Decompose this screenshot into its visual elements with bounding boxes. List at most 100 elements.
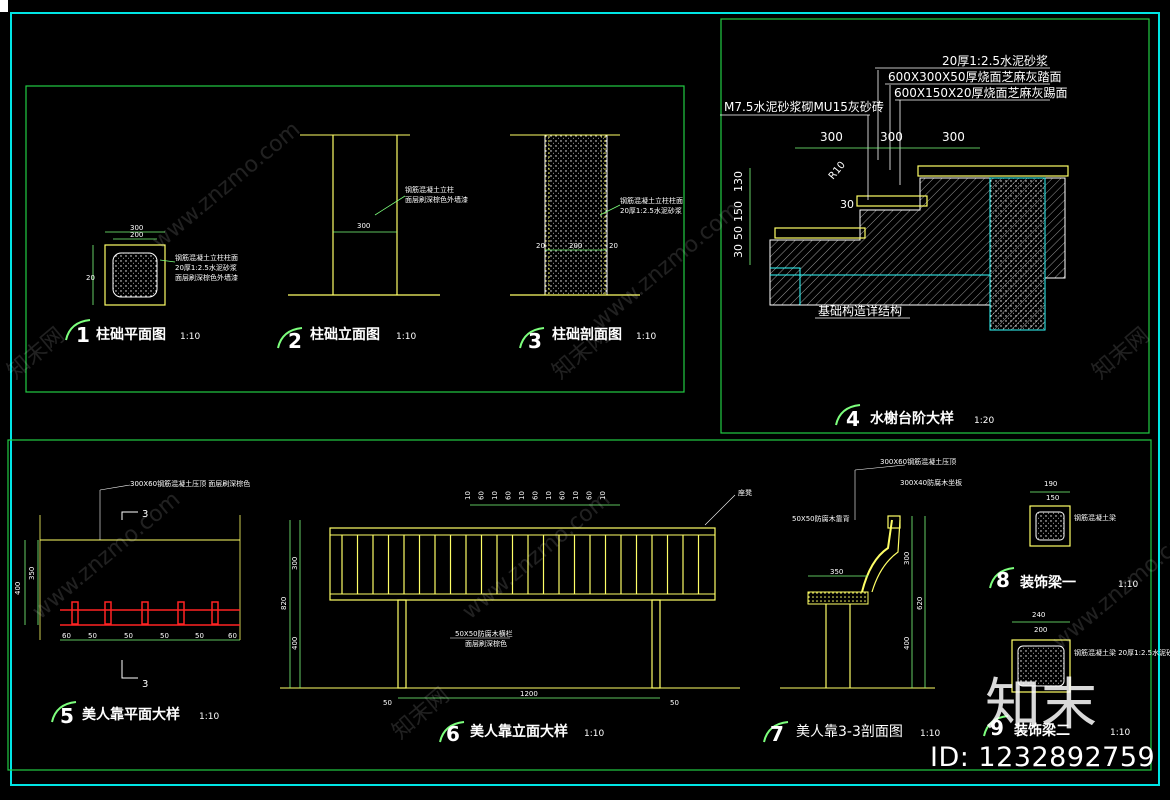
watermark-site-3: www.znzmo.com bbox=[28, 487, 185, 625]
detail-8-decorative-beam-1: 190 150 钢筋混凝土梁 8 装饰梁一 1:10 bbox=[989, 480, 1138, 592]
d4-scale: 1:20 bbox=[974, 416, 994, 426]
d4-dim-30b: 30 bbox=[840, 198, 854, 211]
d2-number: 2 bbox=[288, 329, 302, 353]
d7-note3: 50X50防腐木靠背 bbox=[792, 514, 850, 523]
d1-number: 1 bbox=[76, 323, 90, 347]
d6-top-dim: 60 bbox=[505, 491, 513, 500]
d4-dim-300a: 300 bbox=[820, 130, 843, 144]
d4-dim-300c: 300 bbox=[942, 130, 965, 144]
d7-dim-620: 620 bbox=[916, 597, 924, 610]
d8-dim-190: 190 bbox=[1044, 480, 1057, 488]
d6-note2: 面层刷深棕色 bbox=[465, 639, 507, 648]
d5-dim-0: 60 bbox=[62, 632, 71, 640]
d6-vdim-820: 820 bbox=[280, 597, 288, 610]
d7-dim-400: 400 bbox=[903, 637, 911, 650]
d2-note1: 钢筋混凝土立柱 bbox=[405, 185, 454, 194]
d5-vdim-350: 350 bbox=[28, 567, 36, 580]
d1-note2: 20厚1:2.5水泥砂浆 bbox=[175, 263, 237, 272]
d6-number: 6 bbox=[446, 722, 460, 746]
d1-title: 柱础平面图 bbox=[96, 326, 166, 343]
d4-label-4: M7.5水泥砂浆砌MU15灰砂砖 bbox=[724, 99, 884, 114]
d3-scale: 1:10 bbox=[636, 332, 656, 342]
d6-top-dim: 10 bbox=[545, 491, 553, 500]
detail-6-bench-elevation: 1200 50 50 820 300 400 10 60 10 60 10 60 10 60 1… bbox=[280, 488, 752, 746]
d9-scale: 1:10 bbox=[1110, 728, 1130, 738]
d6-top-dim: 60 bbox=[532, 491, 540, 500]
watermark-site-1: www.znzmo.com bbox=[148, 117, 305, 255]
d5-dim-1: 50 bbox=[88, 632, 97, 640]
d3-dim-20a: 20 bbox=[536, 242, 545, 250]
d9-dim-200: 200 bbox=[1034, 626, 1047, 634]
d1-scale: 1:10 bbox=[180, 332, 200, 342]
d5-dim-3: 50 bbox=[160, 632, 169, 640]
d3-note1: 钢筋混凝土立柱柱面 bbox=[620, 196, 683, 205]
d9-note: 钢筋混凝土梁 20厚1:2.5水泥砂浆 bbox=[1074, 648, 1170, 657]
d4-label-2: 600X300X50厚烧面芝麻灰踏面 bbox=[888, 69, 1062, 84]
d7-note2: 300X40防腐木坐板 bbox=[900, 478, 962, 487]
d3-dim-20b: 20 bbox=[609, 242, 618, 250]
d8-note: 钢筋混凝土梁 bbox=[1074, 513, 1116, 522]
watermark-brand-4: 知末网 bbox=[388, 683, 455, 745]
d2-title: 柱础立面图 bbox=[310, 326, 380, 343]
d2-note2: 面层刷深棕色外墙漆 bbox=[405, 195, 468, 204]
d6-scale: 1:10 bbox=[584, 729, 604, 739]
d2-dim-300: 300 bbox=[357, 222, 370, 230]
d6-top-dim: 10 bbox=[464, 491, 472, 500]
d6-dim-side-right: 50 bbox=[670, 699, 679, 707]
d1-dim-200: 200 bbox=[130, 231, 143, 239]
d8-dim-150: 150 bbox=[1046, 494, 1059, 502]
d6-top-dim: 60 bbox=[478, 491, 486, 500]
d4-dim-50: 50 bbox=[732, 226, 745, 240]
d5-number: 5 bbox=[60, 704, 74, 728]
watermark-brand-3: 知末网 bbox=[1088, 323, 1155, 385]
d5-scale: 1:10 bbox=[199, 712, 219, 722]
watermark-id: ID: 1232892759 bbox=[930, 742, 1156, 773]
watermark-logo: 知末 bbox=[985, 673, 1097, 738]
d6-vdim-400: 400 bbox=[291, 637, 299, 650]
d7-note1: 300X60钢筋混凝土压顶 bbox=[880, 457, 956, 466]
d8-title: 装饰梁一 bbox=[1019, 574, 1076, 591]
d6-dim-total: 1200 bbox=[520, 690, 538, 698]
d5-dim-5: 60 bbox=[228, 632, 237, 640]
d6-top-dim: 10 bbox=[491, 491, 499, 500]
d7-dim-350: 350 bbox=[830, 568, 843, 576]
detail-2-column-base-elevation: 300 钢筋混凝土立柱 面层刷深棕色外墙漆 2 柱础立面图 1:10 bbox=[277, 134, 468, 353]
d5-dim-4: 50 bbox=[195, 632, 204, 640]
d4-dim-30: 30 bbox=[732, 244, 745, 258]
d4-label-5: 基础构造详结构 bbox=[818, 303, 902, 318]
d4-dim-r10: R10 bbox=[827, 160, 848, 182]
d7-scale: 1:10 bbox=[920, 729, 940, 739]
detail-7-bench-section: 350 300 400 620 300X60钢筋混凝土压顶 300X40防腐木坐… bbox=[763, 457, 962, 746]
corner-marker bbox=[0, 0, 8, 12]
d6-title: 美人靠立面大样 bbox=[470, 723, 568, 740]
d6-top-dim: 10 bbox=[572, 491, 580, 500]
d5-note: 300X60钢筋混凝土压顶 面层刷深棕色 bbox=[130, 479, 250, 488]
d3-dim-200: 200 bbox=[569, 242, 582, 250]
d1-note1: 钢筋混凝土立柱柱面 bbox=[175, 253, 238, 262]
d6-dim-side-left: 50 bbox=[383, 699, 392, 707]
d6-top-dim: 60 bbox=[559, 491, 567, 500]
d6-label: 座凳 bbox=[738, 488, 752, 497]
d6-note1: 50X50防腐木横栏 bbox=[455, 629, 513, 638]
d5-dim-2: 50 bbox=[124, 632, 133, 640]
d4-label-3: 600X150X20厚烧面芝麻灰踢面 bbox=[894, 85, 1068, 100]
d1-dim-20: 20 bbox=[86, 274, 95, 282]
d4-dim-300b: 300 bbox=[880, 130, 903, 144]
watermark-brand-1: 知末网 bbox=[3, 323, 70, 385]
d5-vdim-400: 400 bbox=[14, 582, 22, 595]
d7-dim-300: 300 bbox=[903, 552, 911, 565]
d9-dim-240: 240 bbox=[1032, 611, 1045, 619]
d6-vdim-300: 300 bbox=[291, 557, 299, 570]
d4-number: 4 bbox=[846, 407, 860, 431]
d4-label-1: 20厚1:2.5水泥砂浆 bbox=[942, 53, 1048, 68]
detail-1-column-base-plan: 300 200 20 钢筋混凝土立柱柱面 20厚1:2.5水泥砂浆 面层刷深棕色… bbox=[65, 224, 238, 347]
d6-top-dim: 10 bbox=[518, 491, 526, 500]
d4-title: 水榭台阶大样 bbox=[870, 410, 954, 427]
d3-note2: 20厚1:2.5水泥砂浆 bbox=[620, 206, 682, 215]
d2-scale: 1:10 bbox=[396, 332, 416, 342]
d7-title: 美人靠3-3剖面图 bbox=[796, 724, 903, 740]
d3-number: 3 bbox=[528, 329, 542, 353]
d7-number: 7 bbox=[770, 722, 784, 746]
d4-dim-130: 130 bbox=[732, 171, 745, 192]
d5-title: 美人靠平面大样 bbox=[82, 706, 180, 723]
